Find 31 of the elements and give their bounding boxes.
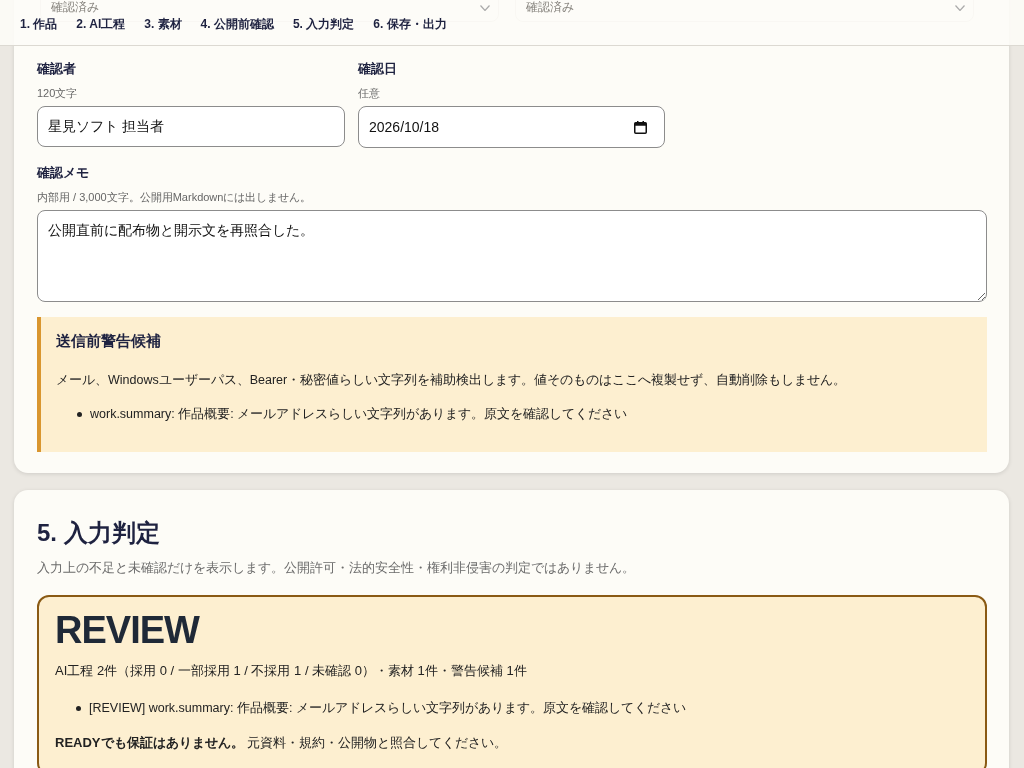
date-field[interactable]: 2026/10/18	[358, 106, 665, 148]
result-status: REVIEW	[55, 608, 201, 653]
nav-link[interactable]: 4. 公開前確認	[200, 17, 274, 32]
dropdown-value[interactable]: 確認済み	[526, 1, 574, 14]
warning-title: 送信前警告候補	[56, 331, 162, 351]
nav-link[interactable]: 5. 入力判定	[292, 17, 355, 32]
result-summary: AI工程 2件（採用 0 / 一部採用 1 / 不採用 1 / 未確認 0）・素材 1件・警告候補 1件	[55, 662, 528, 680]
text-field[interactable]: 星見ソフト 担当者	[37, 106, 345, 147]
field-hint: 任意	[358, 86, 380, 100]
calendar-icon	[634, 121, 647, 134]
field-label: 確認メモ	[37, 164, 89, 182]
warning-item: work.summary: 作品概要: メールアドレスらしい文字列があります。原文を確認してください	[90, 406, 628, 423]
dropdown-value[interactable]: 確認済み	[51, 1, 99, 14]
field-hint: 内部用 / 3,000文字。公開用Markdownには出しません。	[37, 190, 312, 204]
warning-text: メール、Windowsユーザーパス、Bearer・秘密値らしい文字列を補助検出します。値そのものはここへ複製せず、自動削除もしません。	[56, 372, 848, 389]
section-heading: 5. 入力判定	[37, 518, 161, 548]
chevron-icon	[955, 5, 965, 11]
nav-link[interactable]: 1. 作品	[20, 17, 58, 32]
section-description: 入力上の不足と未確認だけを表示します。公開許可・法的安全性・権利非侵害の判定ではありません。	[37, 559, 636, 577]
field-hint: 120文字	[37, 86, 78, 100]
field-label: 確認日	[358, 60, 397, 78]
nav-link[interactable]: 2. AI工程	[76, 17, 126, 32]
result-note: READYでも保証はありません。 元資料・規約・公開物と照合してください。	[55, 734, 509, 752]
field-label: 確認者	[37, 60, 76, 78]
nav-link[interactable]: 6. 保存・出力	[373, 17, 447, 32]
bullet-icon	[77, 411, 82, 417]
chevron-icon	[480, 5, 490, 11]
bullet-icon	[76, 705, 81, 711]
nav-link[interactable]: 3. 素材	[144, 17, 182, 32]
text-area[interactable]: 公開直前に配布物と開示文を再照合した。	[37, 210, 987, 302]
result-item: [REVIEW] work.summary: 作品概要: メールアドレスらしい文字列があります。原文を確認してください	[89, 700, 686, 717]
